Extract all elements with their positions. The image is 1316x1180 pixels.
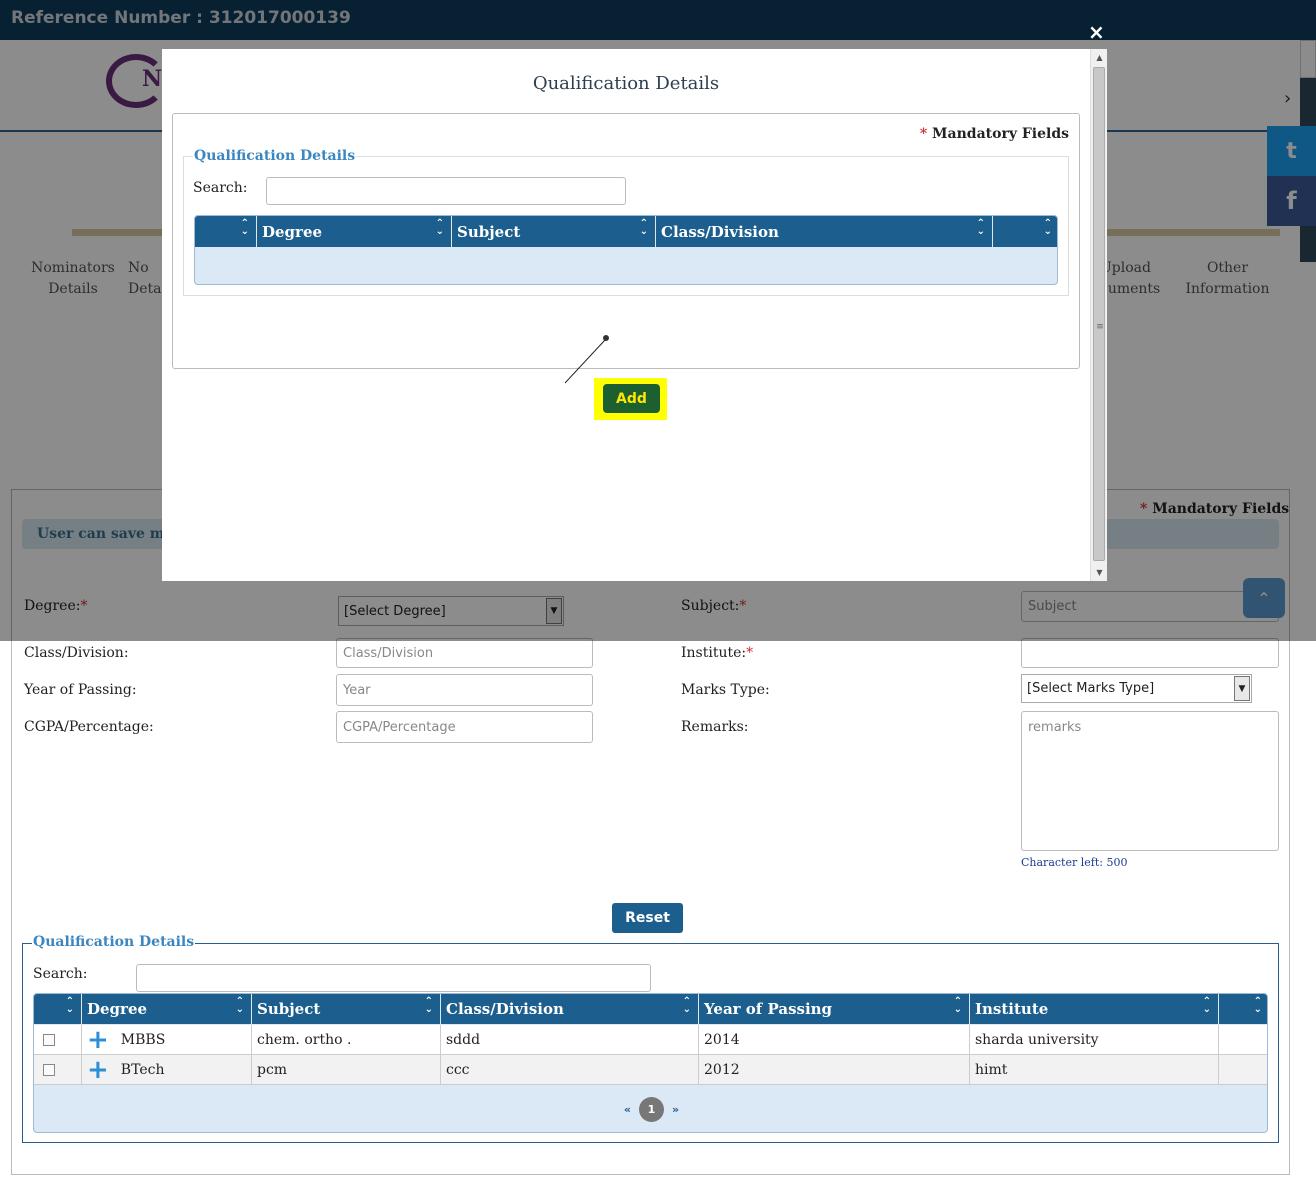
column-label: Degree: [87, 1000, 148, 1018]
column-header-select[interactable]: ⌃ ⌄: [34, 994, 82, 1024]
sort-icon: ⌃ ⌄: [953, 996, 962, 1015]
subject-cell: chem. ortho .: [252, 1025, 441, 1055]
modal-column-header-subject[interactable]: Subject ⌃ ⌄: [452, 216, 656, 247]
year-cell: 2014: [699, 1025, 970, 1055]
modal-title: Qualification Details: [532, 73, 720, 94]
search-input[interactable]: [136, 964, 651, 992]
column-label: Institute: [975, 1000, 1049, 1018]
previous-page-link[interactable]: «: [624, 1103, 631, 1116]
modal-mandatory-note: * Mandatory Fields: [919, 126, 1069, 142]
class-division-input[interactable]: Class/Division: [336, 638, 593, 668]
column-label: Subject: [257, 1000, 321, 1018]
column-label: Degree: [262, 222, 323, 241]
scrollbar-thumb[interactable]: ≡: [1093, 67, 1105, 561]
year-input[interactable]: Year: [336, 674, 593, 706]
degree-value: MBBS: [120, 1032, 166, 1048]
degree-cell: + MBBS: [82, 1025, 252, 1055]
column-header-class-division[interactable]: Class/Division ⌃ ⌄: [441, 994, 699, 1024]
modal-search-input[interactable]: [266, 177, 626, 205]
modal-table-header: ⌃ ⌄ Degree ⌃ ⌄ Subject ⌃ ⌄ Class/Division ⌃ ⌄ ⌃…: [195, 216, 1057, 247]
column-label: Class/Division: [661, 222, 779, 241]
table-row[interactable]: + MBBS chem. ortho . sddd 2014 sharda uni…: [34, 1025, 1267, 1055]
column-header-actions[interactable]: ⌃ ⌄: [1219, 994, 1267, 1024]
institute-label-text: Institute:: [681, 645, 747, 661]
sort-icon: ⌃ ⌄: [1043, 218, 1052, 237]
table-header: ⌃ ⌄ Degree ⌃ ⌄ Subject ⌃ ⌄ Class/Division ⌃ ⌄ Y…: [34, 994, 1267, 1024]
pagination: « 1 »: [34, 1086, 1267, 1132]
sort-icon: ⌃ ⌄: [639, 218, 648, 237]
sort-icon: ⌃ ⌄: [435, 218, 444, 237]
sort-icon: ⌃ ⌄: [235, 996, 244, 1015]
marks-type-label: Marks Type:: [681, 682, 770, 698]
sort-icon: ⌃ ⌄: [424, 996, 433, 1015]
institute-input[interactable]: [1021, 638, 1279, 668]
next-page-link[interactable]: »: [672, 1103, 679, 1116]
year-cell: 2012: [699, 1055, 970, 1085]
table-row[interactable]: + BTech pcm ccc 2012 himt: [34, 1055, 1267, 1085]
actions-cell: [1219, 1025, 1267, 1055]
column-header-subject[interactable]: Subject ⌃ ⌄: [252, 994, 441, 1024]
column-header-year[interactable]: Year of Passing ⌃ ⌄: [699, 994, 970, 1024]
sort-icon: ⌃ ⌄: [65, 996, 74, 1015]
modal-legend: Qualification Details: [193, 148, 357, 164]
cgpa-input[interactable]: CGPA/Percentage: [336, 711, 593, 743]
modal-panel: * Mandatory Fields Qualification Details…: [172, 113, 1080, 420]
modal-qualification-table: ⌃ ⌄ Degree ⌃ ⌄ Subject ⌃ ⌄ Class/Division ⌃ ⌄ ⌃…: [194, 215, 1058, 285]
marks-type-select[interactable]: [Select Marks Type] ▼: [1021, 674, 1252, 703]
modal-mandatory-text: Mandatory Fields: [932, 126, 1069, 142]
modal-column-header-actions[interactable]: ⌃ ⌄: [993, 216, 1057, 247]
sort-icon: ⌃ ⌄: [1202, 996, 1211, 1015]
column-header-degree[interactable]: Degree ⌃ ⌄: [82, 994, 252, 1024]
column-label: Year of Passing: [704, 1000, 833, 1018]
marks-type-value: [Select Marks Type]: [1027, 681, 1155, 696]
row-checkbox[interactable]: [43, 1064, 55, 1076]
column-header-institute[interactable]: Institute ⌃ ⌄: [970, 994, 1219, 1024]
qualification-details-legend: Qualification Details: [32, 934, 196, 950]
remarks-textarea[interactable]: remarks: [1021, 711, 1279, 851]
search-label: Search:: [33, 966, 88, 982]
scroll-down-arrow-icon[interactable]: ▼: [1091, 564, 1108, 581]
sort-icon: ⌃ ⌄: [1253, 996, 1262, 1015]
modal-column-header-degree[interactable]: Degree ⌃ ⌄: [257, 216, 452, 247]
modal-column-header-class-division[interactable]: Class/Division ⌃ ⌄: [656, 216, 993, 247]
close-icon[interactable]: ×: [1088, 20, 1105, 44]
institute-cell: sharda university: [970, 1025, 1219, 1055]
subject-cell: pcm: [252, 1055, 441, 1085]
qualification-details-modal: Qualification Details * Mandatory Fields…: [162, 49, 1107, 581]
qualification-table: ⌃ ⌄ Degree ⌃ ⌄ Subject ⌃ ⌄ Class/Division ⌃ ⌄ Y…: [33, 993, 1268, 1133]
modal-scrollbar[interactable]: ▲ ≡ ▼: [1090, 49, 1107, 581]
sort-icon: ⌃ ⌄: [976, 218, 985, 237]
degree-cell: + BTech: [82, 1055, 252, 1085]
year-of-passing-label: Year of Passing:: [24, 682, 137, 698]
column-label: Class/Division: [446, 1000, 564, 1018]
row-checkbox-cell[interactable]: [34, 1055, 82, 1085]
sort-icon: ⌃ ⌄: [682, 996, 691, 1015]
character-left-counter: Character left: 500: [1021, 856, 1128, 869]
page-1-button[interactable]: 1: [639, 1096, 664, 1122]
row-checkbox[interactable]: [43, 1034, 55, 1046]
expand-plus-icon[interactable]: +: [87, 1057, 109, 1083]
class-cell: sddd: [441, 1025, 699, 1055]
cgpa-label: CGPA/Percentage:: [24, 719, 154, 735]
modal-search-label: Search:: [193, 180, 248, 196]
class-cell: ccc: [441, 1055, 699, 1085]
actions-cell: [1219, 1055, 1267, 1085]
institute-label: Institute:*: [681, 645, 754, 661]
column-label: Subject: [457, 222, 521, 241]
add-button[interactable]: Add: [603, 384, 660, 413]
institute-cell: himt: [970, 1055, 1219, 1085]
expand-plus-icon[interactable]: +: [87, 1027, 109, 1053]
remarks-label: Remarks:: [681, 719, 749, 735]
degree-value: BTech: [120, 1062, 165, 1078]
dropdown-arrow-icon: ▼: [1234, 676, 1250, 701]
reset-button[interactable]: Reset: [612, 903, 683, 933]
scroll-up-arrow-icon[interactable]: ▲: [1091, 49, 1108, 66]
row-checkbox-cell[interactable]: [34, 1025, 82, 1055]
modal-column-header-select[interactable]: ⌃ ⌄: [195, 216, 257, 247]
sort-icon: ⌃ ⌄: [240, 218, 249, 237]
scroll-grip-icon: ≡: [1096, 322, 1104, 332]
class-division-label: Class/Division:: [24, 645, 129, 661]
